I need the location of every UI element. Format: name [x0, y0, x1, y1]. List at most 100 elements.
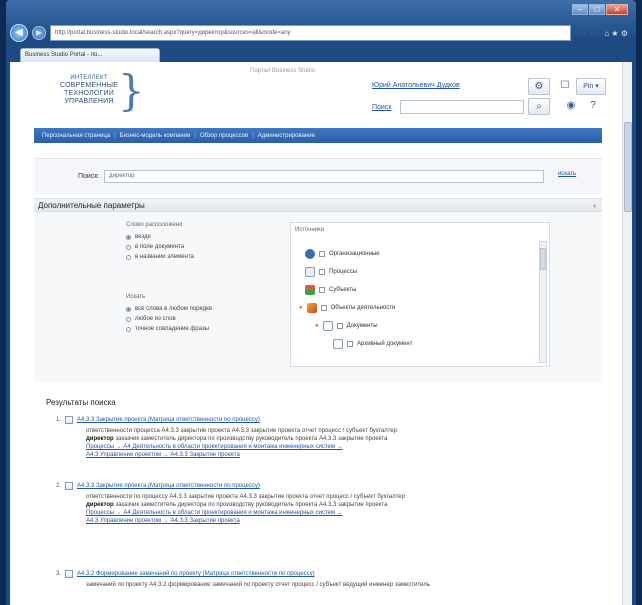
tree-item[interactable]: Процессы [299, 263, 525, 281]
sources-tree: Организационные Процессы Субъекты ● Объек… [299, 245, 525, 353]
document-icon [322, 321, 333, 331]
browser-tab[interactable]: Business Studio Portal - по... [20, 48, 160, 62]
radio-option[interactable]: любое из слов [126, 316, 212, 322]
archive-doc-icon [333, 339, 343, 349]
radio-icon [126, 254, 131, 260]
object-icon [306, 303, 317, 313]
snippet-highlight: директор [86, 502, 114, 508]
nav-item-processes[interactable]: Обзор процессов [200, 133, 248, 139]
tree-item-label: Организационные [329, 251, 380, 257]
snippet-text: ответственности процесса А4.3.3 закрытие… [86, 428, 398, 434]
snippet-text: заказчик заместитель директора по произв… [115, 502, 388, 508]
checkbox[interactable] [319, 287, 325, 293]
maximize-button[interactable]: □ [589, 4, 605, 15]
radio-icon [126, 326, 131, 332]
search-input[interactable]: директор [104, 170, 544, 183]
search-label: Поиск: [78, 173, 100, 180]
tree-item[interactable]: Субъекты [299, 281, 525, 299]
document-icon [65, 482, 74, 490]
org-icon [305, 249, 315, 259]
advanced-params-header[interactable]: Дополнительные параметры ‹ [34, 198, 602, 212]
radio-label: в поле документа [135, 244, 185, 250]
nav-item-business-model[interactable]: Бизнес-модель компании [120, 133, 191, 139]
user-name-link[interactable]: Юрий Анатольевич Дудков [372, 82, 460, 89]
checkbox[interactable] [347, 341, 353, 347]
result-number: 3. [56, 571, 62, 577]
search-panel: Поиск: директор искать [34, 158, 602, 194]
collapse-icon[interactable]: ‹ [593, 201, 596, 210]
radio-checked-icon [126, 306, 131, 312]
back-button[interactable]: ◀ [10, 24, 28, 42]
result-snippet: директор заказчик заместитель директора … [86, 501, 616, 509]
nav-separator: | [252, 132, 254, 139]
result-link[interactable]: А4.3.3 Закрытие проекта (Матрица ответст… [77, 416, 260, 424]
radio-option[interactable]: в поле документа [126, 244, 194, 250]
page-scrollbar[interactable] [622, 62, 632, 605]
tree-item-label: Архивный документ [357, 341, 413, 347]
expand-icon[interactable]: ● [299, 305, 303, 311]
radio-icon [126, 316, 131, 322]
address-actions-icon[interactable]: ⟳ ▾ ✕ ⌕ [575, 29, 600, 38]
browser-tools-icon[interactable]: ⌂ ★ ⚙ [604, 29, 632, 38]
minimize-button[interactable]: – [572, 4, 588, 15]
radio-icon [126, 244, 131, 250]
header-search-link[interactable]: Поиск [372, 104, 391, 111]
tree-item[interactable]: Архивный документ [299, 335, 525, 353]
radio-label: точное совпадение фразы [135, 326, 209, 332]
snippet-text: заказчик заместитель директора по произв… [115, 436, 388, 442]
sources-panel: Источники Организационные Процессы Субъе… [290, 222, 550, 367]
close-button[interactable]: ✕ [606, 4, 628, 15]
radio-option[interactable]: точное совпадение фразы [126, 326, 212, 332]
phone-icon[interactable]: ☐ [558, 78, 572, 95]
result-head: 1. А4.3.3 Закрытие проекта (Матрица отве… [56, 416, 616, 424]
radio-option[interactable]: все слова в любом порядке [126, 306, 212, 312]
tree-item[interactable]: Организационные [299, 245, 525, 263]
checkbox[interactable] [319, 251, 325, 257]
result-item: 2. А4.3.3 Закрытие проекта (Матрица отве… [56, 482, 616, 525]
nav-item-personal[interactable]: Персональная страница [42, 133, 110, 139]
tree-item[interactable]: ● Объекты деятельности [299, 299, 525, 317]
result-breadcrumb[interactable]: А4.3 Управление проектом → А4.3.3 Закрыт… [86, 451, 616, 459]
header-search-input[interactable] [400, 100, 524, 114]
results-title: Результаты поиска [46, 398, 116, 407]
document-icon [65, 416, 74, 424]
address-bar[interactable]: http://portal.business-studio.local/sear… [50, 25, 572, 41]
pin-button[interactable]: Pin ▾ [576, 78, 606, 95]
radio-label: все слова в любом порядке [135, 306, 213, 312]
sources-scrollbar[interactable] [539, 241, 547, 363]
expand-icon[interactable]: ● [315, 323, 319, 329]
forward-button[interactable]: ▶ [32, 26, 46, 40]
search-icon[interactable]: ⌕ [528, 98, 550, 115]
tab-strip: Business Studio Portal - по... [10, 46, 632, 62]
nav-item-admin[interactable]: Администрирование [258, 133, 315, 139]
browser-window: – □ ✕ ◀ ▶ http://portal.business-studio.… [6, 0, 636, 605]
result-link[interactable]: А4.3.3 Закрытие проекта (Матрица ответст… [77, 482, 260, 490]
checkbox[interactable] [319, 269, 325, 275]
result-breadcrumb[interactable]: Процессы → А4 Деятельность в области про… [86, 443, 616, 451]
result-breadcrumb[interactable]: Процессы → А4 Деятельность в области про… [86, 509, 616, 517]
scroll-thumb[interactable] [624, 122, 632, 212]
result-link[interactable]: А4.3.2 Формирование замечаний по проекту… [77, 570, 315, 578]
sources-title: Источники [295, 227, 324, 233]
match-mode-group: Искать все слова в любом порядке любое и… [126, 294, 212, 336]
word-location-title: Слово расположено [126, 222, 183, 228]
search-submit-link[interactable]: искать [558, 171, 576, 177]
gear-icon[interactable]: ⚙ [528, 78, 550, 95]
result-head: 3. А4.3.2 Формирование замечаний по прое… [56, 570, 616, 578]
eye-icon[interactable]: ◉ [560, 98, 582, 115]
scroll-thumb[interactable] [540, 248, 546, 270]
checkbox[interactable] [320, 305, 327, 311]
radio-label: в названии элемента [135, 254, 194, 260]
window-controls: – □ ✕ [572, 4, 628, 15]
help-icon[interactable]: ? [582, 98, 604, 115]
radio-option[interactable]: везде [126, 234, 194, 240]
result-breadcrumb[interactable]: А4.3 Управление проектом → А4.3.3 Закрыт… [86, 517, 616, 525]
site-title: Портал Business Studio [250, 68, 316, 74]
nav-separator: | [114, 132, 116, 139]
checkbox[interactable] [336, 323, 343, 329]
tree-item[interactable]: ● Документы [299, 317, 525, 335]
radio-option[interactable]: в названии элемента [126, 254, 194, 260]
snippet-text: замечаний по проекту А4.3.2 формирование… [86, 582, 430, 588]
advanced-params-body: Слово расположено везде в поле документа… [34, 212, 602, 382]
radio-checked-icon [126, 234, 131, 240]
